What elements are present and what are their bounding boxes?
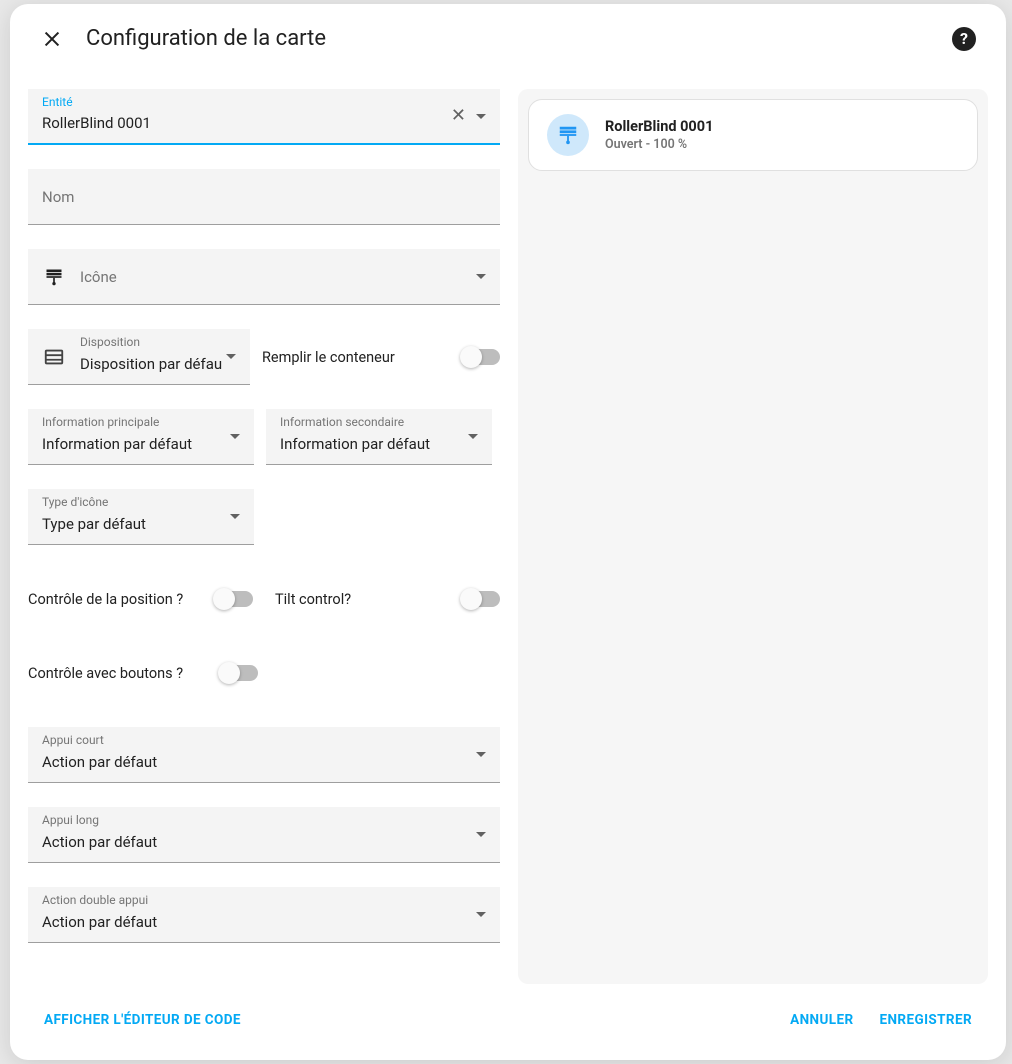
blind-icon [557, 124, 579, 146]
save-button[interactable]: ENREGISTRER [874, 1004, 978, 1036]
dialog-footer: AFFICHER L'ÉDITEUR DE CODE ANNULER ENREG… [10, 984, 1006, 1060]
tap-action-value: Action par défaut [42, 739, 476, 771]
double-tap-action-field[interactable]: Action double appui Action par défaut [28, 887, 500, 943]
card-config-dialog: Configuration de la carte ? Entité Rolle… [10, 4, 1006, 1060]
entity-label: Entité [42, 95, 73, 109]
entity-value: RollerBlind 0001 [42, 100, 451, 132]
tilt-control-label: Tilt control? [275, 591, 448, 608]
secondary-info-field[interactable]: Information secondaire Information par d… [266, 409, 492, 465]
primary-info-label: Information principale [42, 415, 159, 429]
tilt-control-toggle[interactable] [462, 591, 500, 607]
primary-info-field[interactable]: Information principale Information par d… [28, 409, 254, 465]
dialog-title: Configuration de la carte [86, 26, 930, 51]
hold-action-label: Appui long [42, 813, 99, 827]
chevron-down-icon [476, 114, 486, 119]
layout-field[interactable]: Disposition Disposition par défau [28, 329, 250, 385]
hold-action-value: Action par défaut [42, 819, 476, 851]
dialog-body: Entité RollerBlind 0001 ✕ Nom Icône [10, 61, 1006, 984]
entity-field[interactable]: Entité RollerBlind 0001 ✕ [28, 89, 500, 145]
preview-card-icon [547, 114, 589, 156]
chevron-down-icon [468, 434, 478, 439]
double-tap-action-label: Action double appui [42, 893, 148, 907]
blind-icon [42, 265, 66, 289]
help-icon: ? [960, 29, 968, 48]
layout-label: Disposition [80, 335, 140, 349]
chevron-down-icon [476, 912, 486, 917]
name-label: Nom [42, 188, 486, 206]
preview-card-title: RollerBlind 0001 [605, 118, 713, 135]
hold-action-field[interactable]: Appui long Action par défaut [28, 807, 500, 863]
name-field[interactable]: Nom [28, 169, 500, 225]
form-column: Entité RollerBlind 0001 ✕ Nom Icône [28, 89, 500, 984]
icon-type-label: Type d'icône [42, 495, 108, 509]
tap-action-label: Appui court [42, 733, 104, 747]
position-control-toggle[interactable] [215, 591, 253, 607]
close-button[interactable] [40, 27, 64, 51]
chevron-down-icon [230, 514, 240, 519]
chevron-down-icon [476, 274, 486, 279]
help-button[interactable]: ? [952, 27, 976, 51]
preview-column: RollerBlind 0001 Ouvert - 100 % [518, 89, 988, 984]
secondary-info-label: Information secondaire [280, 415, 404, 429]
chevron-down-icon [226, 354, 236, 359]
preview-card-subtitle: Ouvert - 100 % [605, 137, 713, 152]
position-control-label: Contrôle de la position ? [28, 591, 201, 608]
chevron-down-icon [230, 434, 240, 439]
entity-clear-button[interactable]: ✕ [451, 107, 466, 125]
chevron-down-icon [476, 752, 486, 757]
chevron-down-icon [476, 832, 486, 837]
preview-card[interactable]: RollerBlind 0001 Ouvert - 100 % [528, 99, 978, 171]
cancel-button[interactable]: ANNULER [784, 1004, 859, 1036]
buttons-control-label: Contrôle avec boutons ? [28, 665, 206, 682]
icon-label: Icône [80, 268, 476, 286]
icon-type-field[interactable]: Type d'icône Type par défaut [28, 489, 254, 545]
tap-action-field[interactable]: Appui court Action par défaut [28, 727, 500, 783]
layout-icon [42, 345, 66, 369]
dialog-header: Configuration de la carte ? [10, 4, 1006, 61]
close-icon [41, 28, 63, 50]
icon-field[interactable]: Icône [28, 249, 500, 305]
fill-container-label: Remplir le conteneur [262, 349, 448, 366]
fill-container-toggle[interactable] [462, 349, 500, 365]
buttons-control-toggle[interactable] [220, 665, 258, 681]
show-code-editor-button[interactable]: AFFICHER L'ÉDITEUR DE CODE [38, 1004, 247, 1036]
